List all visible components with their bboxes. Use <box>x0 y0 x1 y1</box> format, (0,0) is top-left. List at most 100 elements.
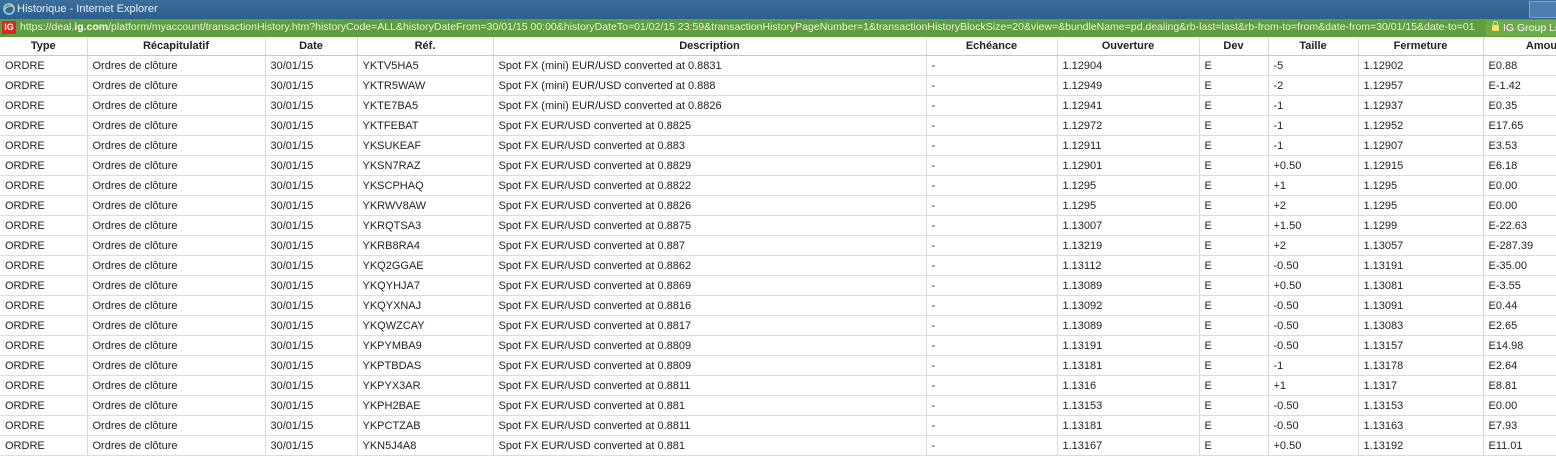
table-row[interactable]: ORDRE Ordres de clôture 30/01/15 YKRB8RA4 Sp… <box>0 235 1556 256</box>
table-row[interactable]: ORDRE Ordres de clôture 30/01/15 YKSN7RAZ Sp… <box>0 155 1556 176</box>
cell-date: 30/01/15 <box>265 315 358 336</box>
cell-expiry: - <box>926 375 1058 396</box>
table-row[interactable]: ORDRE Ordres de clôture 30/01/15 YKQ2GGAE Sp… <box>0 255 1556 276</box>
cell-open: 1.12949 <box>1057 75 1200 96</box>
cell-size: -1 <box>1268 95 1359 116</box>
table-row[interactable]: ORDRE Ordres de clôture 30/01/15 YKRQTSA3 Sp… <box>0 215 1556 236</box>
cell-size: +2 <box>1268 235 1359 256</box>
cell-description: Spot FX EUR/USD converted at 0.887 <box>493 235 927 256</box>
cell-description: Spot FX EUR/USD converted at 0.8862 <box>493 255 927 276</box>
table-row[interactable]: ORDRE Ordres de clôture 30/01/15 YKTV5HA5 Sp… <box>0 55 1556 76</box>
cell-type: ORDRE <box>0 395 88 416</box>
transaction-history-table: Type Récapitulatif Date Réf. Description Eché… <box>0 37 1556 456</box>
url-text[interactable]: https://deal.ig.com/platform/myaccount/t… <box>20 21 1475 33</box>
cell-date: 30/01/15 <box>265 415 358 436</box>
cell-description: Spot FX EUR/USD converted at 0.8875 <box>493 215 927 236</box>
table-row[interactable]: ORDRE Ordres de clôture 30/01/15 YKTR5WAW Sp… <box>0 75 1556 96</box>
address-bar[interactable]: IG https://deal.ig.com/platform/myaccoun… <box>0 19 1556 37</box>
cell-summary: Ordres de clôture <box>87 255 266 276</box>
column-header-summary[interactable]: Récapitulatif <box>87 37 266 56</box>
cell-type: ORDRE <box>0 275 88 296</box>
table-row[interactable]: ORDRE Ordres de clôture 30/01/15 YKPCTZAB Sp… <box>0 415 1556 436</box>
column-header-ref[interactable]: Réf. <box>357 37 494 56</box>
cell-type: ORDRE <box>0 235 88 256</box>
cell-close: 1.12907 <box>1358 135 1484 156</box>
column-header-amount[interactable]: Amou <box>1483 37 1556 56</box>
cell-amount: E14.98 <box>1483 335 1556 356</box>
table-row[interactable]: ORDRE Ordres de clôture 30/01/15 YKTFEBAT Sp… <box>0 115 1556 136</box>
security-certificate-button[interactable]: IG Group Li <box>1486 20 1556 36</box>
cell-ref: YKQYHJA7 <box>357 275 494 296</box>
cell-date: 30/01/15 <box>265 215 358 236</box>
cell-open: 1.12901 <box>1057 155 1200 176</box>
cell-description: Spot FX EUR/USD converted at 0.8809 <box>493 355 927 376</box>
cell-currency: E <box>1199 175 1269 196</box>
cell-expiry: - <box>926 395 1058 416</box>
cell-open: 1.13112 <box>1057 255 1200 276</box>
cell-description: Spot FX EUR/USD converted at 0.881 <box>493 435 927 456</box>
cell-close: 1.13157 <box>1358 335 1484 356</box>
cell-close: 1.1295 <box>1358 195 1484 216</box>
cell-open: 1.1295 <box>1057 195 1200 216</box>
table-row[interactable]: ORDRE Ordres de clôture 30/01/15 YKN5J4A8 Sp… <box>0 435 1556 456</box>
cell-currency: E <box>1199 415 1269 436</box>
cell-date: 30/01/15 <box>265 55 358 76</box>
table-row[interactable]: ORDRE Ordres de clôture 30/01/15 YKQWZCAY Sp… <box>0 315 1556 336</box>
table-row[interactable]: ORDRE Ordres de clôture 30/01/15 YKPH2BAE Sp… <box>0 395 1556 416</box>
cell-date: 30/01/15 <box>265 115 358 136</box>
cell-expiry: - <box>926 75 1058 96</box>
window-controls[interactable] <box>1529 1 1556 18</box>
cell-amount: E2.64 <box>1483 355 1556 376</box>
cell-amount: E0.00 <box>1483 395 1556 416</box>
table-row[interactable]: ORDRE Ordres de clôture 30/01/15 YKPYX3AR Sp… <box>0 375 1556 396</box>
cell-close: 1.1295 <box>1358 175 1484 196</box>
column-header-description[interactable]: Description <box>493 37 927 56</box>
cell-close: 1.13057 <box>1358 235 1484 256</box>
cell-size: +2 <box>1268 195 1359 216</box>
column-header-expiry[interactable]: Echéance <box>926 37 1058 56</box>
cell-type: ORDRE <box>0 155 88 176</box>
column-header-date[interactable]: Date <box>265 37 358 56</box>
table-row[interactable]: ORDRE Ordres de clôture 30/01/15 YKPYMBA9 Sp… <box>0 335 1556 356</box>
cell-description: Spot FX EUR/USD converted at 0.8811 <box>493 415 927 436</box>
cell-size: -1 <box>1268 355 1359 376</box>
cell-type: ORDRE <box>0 115 88 136</box>
cell-expiry: - <box>926 295 1058 316</box>
cell-summary: Ordres de clôture <box>87 175 266 196</box>
cell-open: 1.13181 <box>1057 415 1200 436</box>
cell-close: 1.12937 <box>1358 95 1484 116</box>
cell-type: ORDRE <box>0 95 88 116</box>
cell-description: Spot FX EUR/USD converted at 0.8825 <box>493 115 927 136</box>
table-row[interactable]: ORDRE Ordres de clôture 30/01/15 YKSCPHAQ Sp… <box>0 175 1556 196</box>
cell-date: 30/01/15 <box>265 395 358 416</box>
column-header-close[interactable]: Fermeture <box>1358 37 1484 56</box>
cell-description: Spot FX EUR/USD converted at 0.883 <box>493 135 927 156</box>
cell-open: 1.1316 <box>1057 375 1200 396</box>
cell-open: 1.13181 <box>1057 355 1200 376</box>
cell-currency: E <box>1199 195 1269 216</box>
cell-ref: YKRB8RA4 <box>357 235 494 256</box>
cell-size: -0.50 <box>1268 295 1359 316</box>
column-header-size[interactable]: Taille <box>1268 37 1359 56</box>
cell-close: 1.13153 <box>1358 395 1484 416</box>
cell-description: Spot FX EUR/USD converted at 0.8811 <box>493 375 927 396</box>
column-header-open[interactable]: Ouverture <box>1057 37 1200 56</box>
cell-open: 1.13089 <box>1057 275 1200 296</box>
cell-amount: E0.35 <box>1483 95 1556 116</box>
table-row[interactable]: ORDRE Ordres de clôture 30/01/15 YKQYHJA7 Sp… <box>0 275 1556 296</box>
cell-open: 1.13219 <box>1057 235 1200 256</box>
column-header-type[interactable]: Type <box>0 37 88 56</box>
table-row[interactable]: ORDRE Ordres de clôture 30/01/15 YKTE7BA5 Sp… <box>0 95 1556 116</box>
table-row[interactable]: ORDRE Ordres de clôture 30/01/15 YKPTBDAS Sp… <box>0 355 1556 376</box>
table-row[interactable]: ORDRE Ordres de clôture 30/01/15 YKSUKEAF Sp… <box>0 135 1556 156</box>
table-row[interactable]: ORDRE Ordres de clôture 30/01/15 YKRWV8AW Sp… <box>0 195 1556 216</box>
cell-ref: YKTE7BA5 <box>357 95 494 116</box>
table-header-row: Type Récapitulatif Date Réf. Description Eché… <box>0 37 1556 56</box>
cell-description: Spot FX EUR/USD converted at 0.8817 <box>493 315 927 336</box>
table-row[interactable]: ORDRE Ordres de clôture 30/01/15 YKQYXNAJ Sp… <box>0 295 1556 316</box>
column-header-currency[interactable]: Dev <box>1199 37 1269 56</box>
cell-size: +1.50 <box>1268 215 1359 236</box>
cell-ref: YKPYMBA9 <box>357 335 494 356</box>
cell-open: 1.13167 <box>1057 435 1200 456</box>
cell-ref: YKTFEBAT <box>357 115 494 136</box>
